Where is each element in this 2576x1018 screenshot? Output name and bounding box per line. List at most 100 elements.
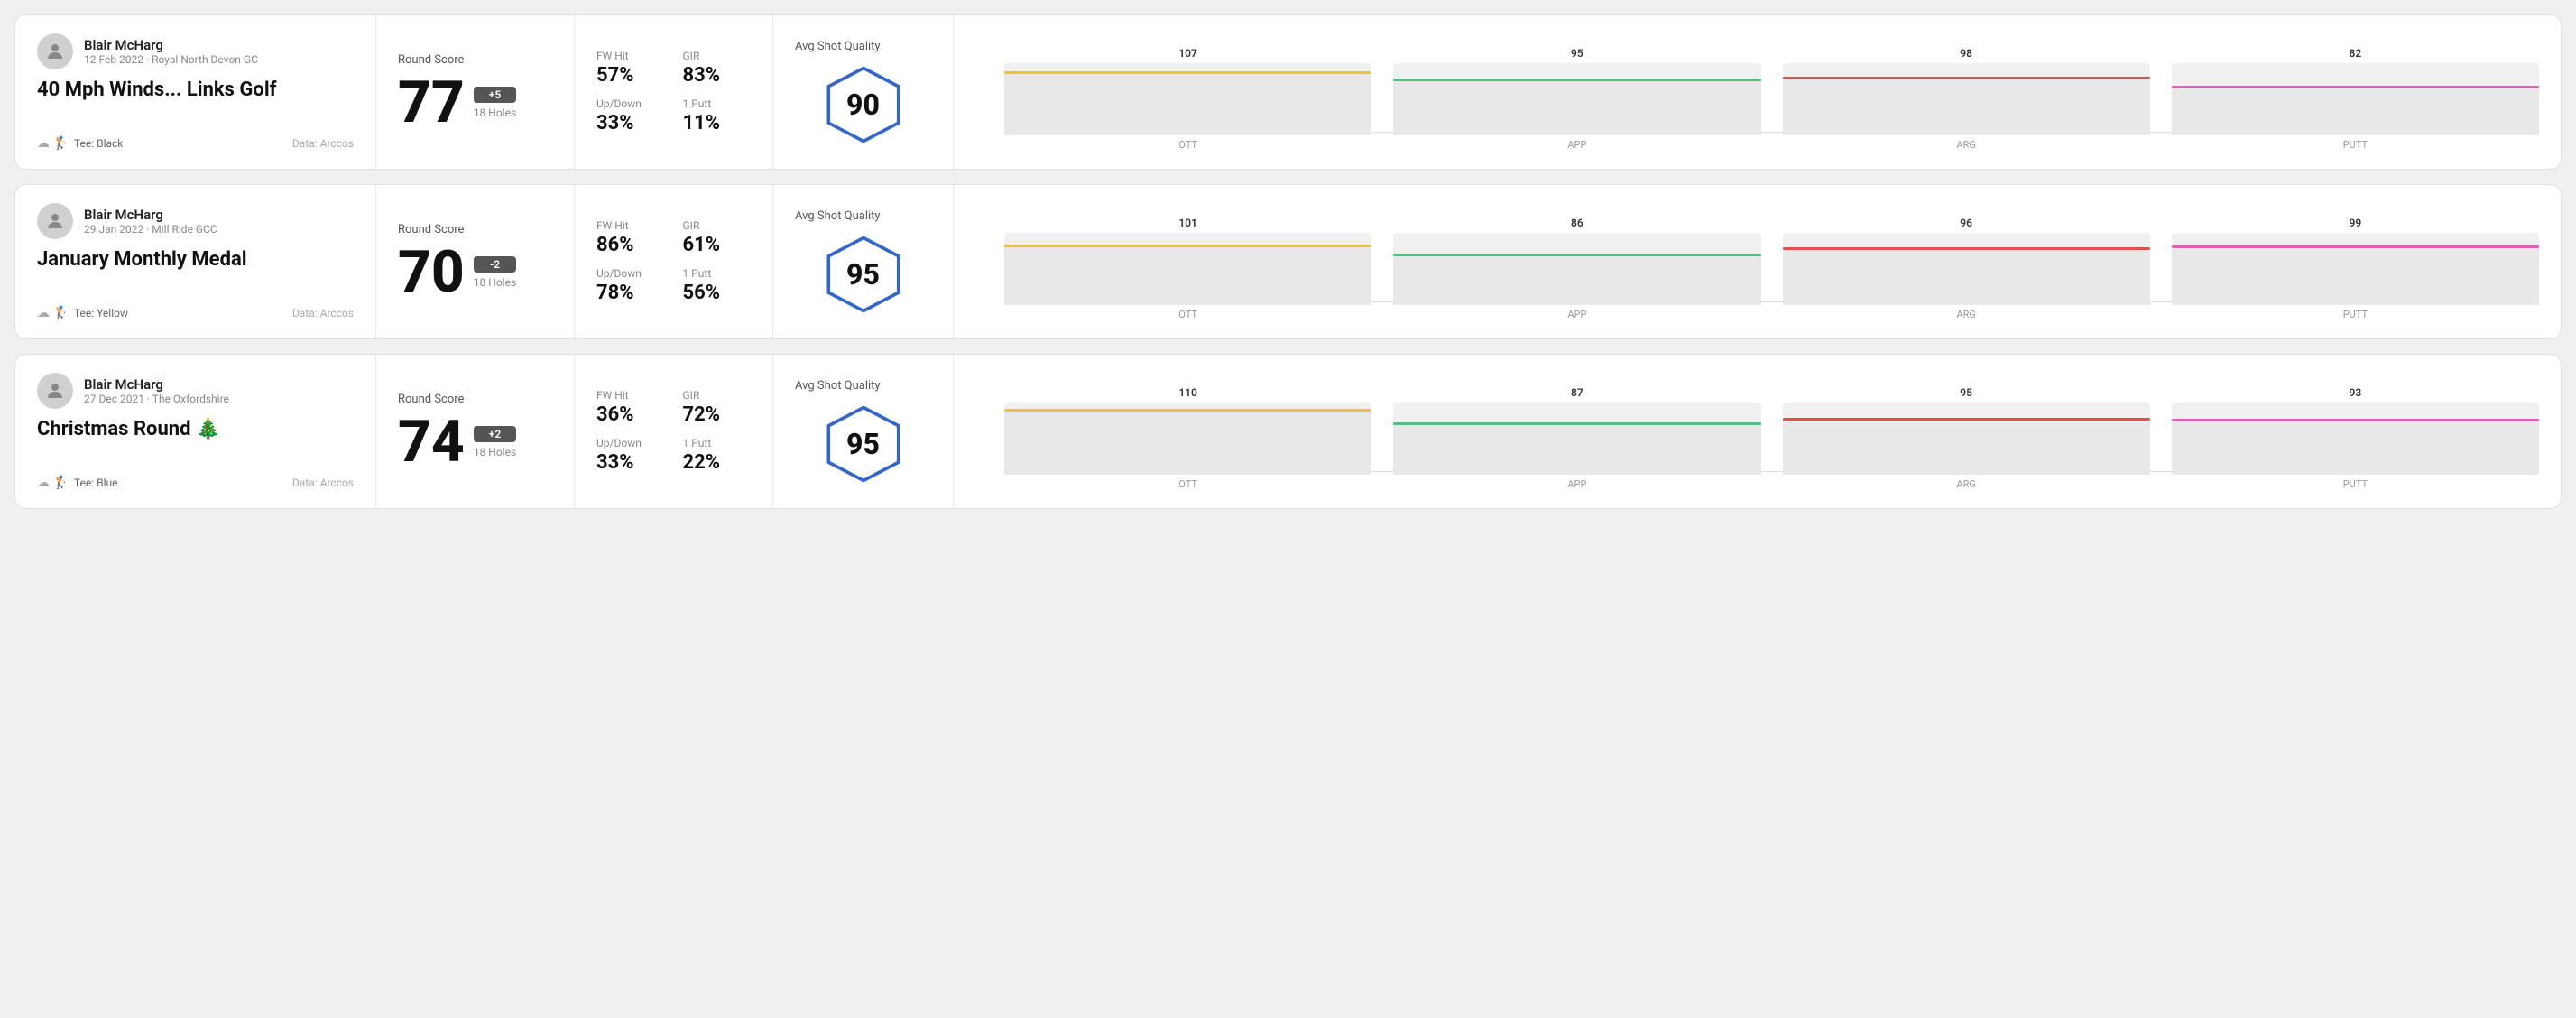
bar-value-app: 86 — [1571, 217, 1583, 229]
quality-section: Avg Shot Quality 90 — [773, 15, 954, 169]
user-name: Blair McHarg — [84, 207, 217, 223]
oneputt-value: 22% — [683, 451, 752, 474]
bar-line — [1783, 77, 2150, 79]
bar-wrapper — [2172, 403, 2539, 475]
stat-updown: Up/Down 33% — [596, 97, 665, 134]
bar-line — [1004, 409, 1371, 412]
updown-label: Up/Down — [596, 437, 665, 449]
bar-line — [1004, 71, 1371, 74]
stat-updown: Up/Down 78% — [596, 267, 665, 304]
bar-fill — [1393, 422, 1760, 475]
person-icon — [44, 210, 66, 232]
bar-value-ott: 110 — [1178, 386, 1197, 399]
bar-group-arg: 98 ARG — [1783, 47, 2150, 151]
stats-grid: FW Hit 57% GIR 83% Up/Down 33% 1 Putt 11… — [596, 50, 751, 134]
quality-label: Avg Shot Quality — [795, 209, 881, 223]
bar-line — [1783, 247, 2150, 250]
bar-group-ott: 107 OTT — [1004, 47, 1371, 151]
avatar — [37, 33, 73, 69]
updown-value: 33% — [596, 451, 665, 474]
bar-label: APP — [1567, 309, 1586, 320]
oneputt-label: 1 Putt — [683, 97, 752, 110]
bar-fill — [1393, 79, 1760, 135]
bar-line — [2172, 419, 2539, 421]
bar-group-app: 87 APP — [1393, 386, 1760, 490]
bar-group-arg: 95 ARG — [1783, 386, 2150, 490]
hexagon: 95 — [823, 403, 904, 485]
bar-fill — [2172, 245, 2539, 305]
gir-label: GIR — [683, 219, 752, 232]
round-title: Christmas Round 🎄 — [37, 418, 354, 440]
bar-value-ott: 107 — [1178, 47, 1197, 60]
bar-line — [1004, 245, 1371, 247]
hexagon: 90 — [823, 64, 904, 145]
round-card: Blair McHarg 29 Jan 2022 · Mill Ride GCC… — [14, 184, 2562, 339]
bar-label: OTT — [1178, 139, 1197, 151]
bar-fill — [1783, 418, 2150, 475]
card-left: Blair McHarg 27 Dec 2021 · The Oxfordshi… — [15, 355, 376, 508]
quality-section: Avg Shot Quality 95 — [773, 185, 954, 338]
tee-info: ☁ 🏌 Tee: Yellow — [37, 306, 128, 320]
chart-section: 110 OTT 87 APP 95 — [954, 355, 2561, 508]
score-label: Round Score — [398, 223, 552, 236]
fw-hit-value: 86% — [596, 234, 665, 256]
bar-fill — [2172, 419, 2539, 475]
stat-gir: GIR 72% — [683, 389, 752, 426]
bar-wrapper — [2172, 63, 2539, 135]
score-display: 77 +5 18 Holes — [398, 74, 552, 132]
round-title: January Monthly Medal — [37, 248, 354, 271]
bar-group-ott: 101 OTT — [1004, 217, 1371, 320]
hexagon: 95 — [823, 234, 904, 315]
card-left: Blair McHarg 12 Feb 2022 · Royal North D… — [15, 15, 376, 169]
bar-value-app: 95 — [1571, 47, 1583, 60]
score-label: Round Score — [398, 53, 552, 67]
quality-label: Avg Shot Quality — [795, 40, 881, 53]
score-holes: 18 Holes — [474, 276, 516, 289]
updown-value: 78% — [596, 282, 665, 304]
score-badge: -2 — [474, 256, 516, 273]
stat-gir: GIR 83% — [683, 50, 752, 87]
updown-label: Up/Down — [596, 267, 665, 280]
weather-icon: ☁ 🏌 — [37, 136, 69, 151]
bar-wrapper — [2172, 233, 2539, 305]
user-name: Blair McHarg — [84, 376, 229, 393]
bar-wrapper — [1393, 403, 1760, 475]
bar-label: OTT — [1178, 309, 1197, 320]
oneputt-label: 1 Putt — [683, 267, 752, 280]
bar-line — [2172, 245, 2539, 248]
stat-fw-hit: FW Hit 57% — [596, 50, 665, 87]
bar-label: APP — [1567, 139, 1586, 151]
bar-wrapper — [1393, 233, 1760, 305]
score-holes: 18 Holes — [474, 106, 516, 119]
bar-line — [1783, 418, 2150, 421]
chart-section: 101 OTT 86 APP 96 — [954, 185, 2561, 338]
score-holes: 18 Holes — [474, 446, 516, 458]
user-info: Blair McHarg 29 Jan 2022 · Mill Ride GCC — [37, 203, 354, 239]
tee-label: Tee: Yellow — [74, 307, 128, 319]
oneputt-value: 56% — [683, 282, 752, 304]
updown-value: 33% — [596, 112, 665, 134]
score-number: 70 — [398, 244, 465, 301]
fw-hit-value: 57% — [596, 64, 665, 87]
bar-label: PUTT — [2343, 139, 2368, 151]
gir-label: GIR — [683, 50, 752, 62]
score-badge: +5 — [474, 87, 516, 103]
user-details: Blair McHarg 29 Jan 2022 · Mill Ride GCC — [84, 207, 217, 236]
hexagon-container: 90 — [795, 64, 931, 145]
bar-label: PUTT — [2343, 478, 2368, 490]
stats-grid: FW Hit 86% GIR 61% Up/Down 78% 1 Putt 56… — [596, 219, 751, 304]
bar-wrapper — [1004, 233, 1371, 305]
quality-score: 95 — [846, 427, 880, 461]
hexagon-container: 95 — [795, 403, 931, 485]
score-section: Round Score 74 +2 18 Holes — [376, 355, 575, 508]
bar-line — [1393, 79, 1760, 81]
bar-value-putt: 82 — [2350, 47, 2362, 60]
bar-fill — [1004, 409, 1371, 475]
bar-label: ARG — [1956, 309, 1975, 320]
date-course: 12 Feb 2022 · Royal North Devon GC — [84, 53, 258, 66]
score-number: 74 — [398, 413, 465, 471]
stats-section: FW Hit 57% GIR 83% Up/Down 33% 1 Putt 11… — [575, 15, 773, 169]
bar-label: APP — [1567, 478, 1586, 490]
bar-wrapper — [1004, 403, 1371, 475]
fw-hit-label: FW Hit — [596, 389, 665, 402]
